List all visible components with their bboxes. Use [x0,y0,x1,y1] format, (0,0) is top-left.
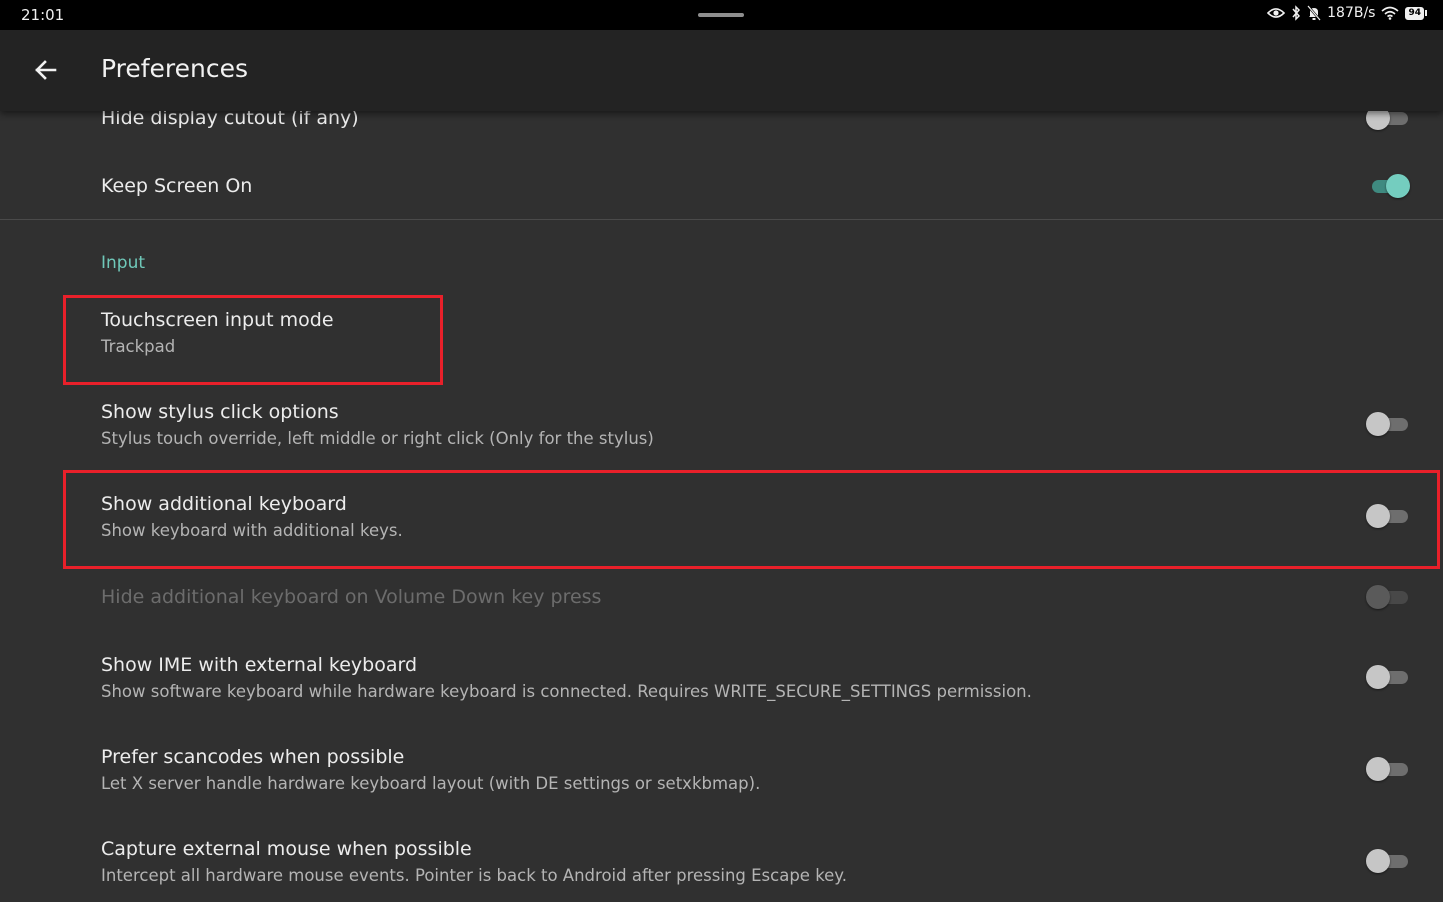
pref-keep-screen-on[interactable]: Keep Screen On [0,153,1443,219]
pref-summary: Stylus touch override, left middle or ri… [101,429,654,448]
stylus-click-toggle[interactable] [1366,412,1410,436]
pref-summary: Intercept all hardware mouse events. Poi… [101,866,847,885]
pref-title: Touchscreen input mode [101,309,334,331]
keep-screen-on-toggle[interactable] [1366,174,1410,198]
hide-cutout-toggle[interactable] [1366,111,1410,130]
capture-mouse-toggle[interactable] [1366,849,1410,873]
pref-title: Show additional keyboard [101,493,347,515]
hide-keyboard-volume-toggle [1366,585,1410,609]
arrow-left-icon [35,60,57,80]
drag-handle[interactable] [698,13,744,17]
battery-icon: 94 [1405,6,1427,20]
pref-title: Hide additional keyboard on Volume Down … [101,586,602,608]
pref-prefer-scancodes[interactable]: Prefer scancodes when possible Let X ser… [0,733,1443,825]
preferences-list[interactable]: Hide display cutout (if any) Keep Screen… [0,111,1443,902]
pref-capture-external-mouse[interactable]: Capture external mouse when possible Int… [0,825,1443,902]
pref-title: Hide display cutout (if any) [101,111,359,129]
pref-summary: Let X server handle hardware keyboard la… [101,774,761,793]
pref-title: Show stylus click options [101,401,339,423]
pref-show-ime-external-keyboard[interactable]: Show IME with external keyboard Show sof… [0,641,1443,733]
bluetooth-icon [1291,5,1301,21]
pref-show-additional-keyboard[interactable]: Show additional keyboard Show keyboard w… [0,479,1443,571]
pref-summary: Show keyboard with additional keys. [101,521,403,540]
pref-summary: Show software keyboard while hardware ke… [101,682,1032,701]
pref-title: Show IME with external keyboard [101,654,418,676]
status-icons: 187B/s 94 [1267,5,1427,21]
pref-show-stylus-click-options[interactable]: Show stylus click options Stylus touch o… [0,387,1443,479]
scancodes-toggle[interactable] [1366,757,1410,781]
pref-title: Capture external mouse when possible [101,838,472,860]
pref-summary: Trackpad [101,337,176,356]
back-button[interactable] [28,52,64,88]
pref-touchscreen-input-mode[interactable]: Touchscreen input mode Trackpad [0,295,1443,387]
section-header-input: Input [101,253,146,273]
eye-icon [1267,6,1286,20]
page-title: Preferences [101,54,249,83]
pref-title: Prefer scancodes when possible [101,746,405,768]
status-time: 21:01 [21,6,65,24]
status-bar: 21:01 187B/s 94 [0,0,1443,30]
pref-hide-keyboard-volume-down: Hide additional keyboard on Volume Down … [0,571,1443,641]
section-divider [0,219,1443,220]
additional-keyboard-toggle[interactable] [1366,504,1410,528]
notifications-off-icon [1307,5,1322,21]
network-speed: 187B/s [1327,5,1376,21]
pref-hide-display-cutout[interactable]: Hide display cutout (if any) [0,111,1443,147]
battery-level: 94 [1405,6,1424,20]
wifi-icon [1381,6,1399,20]
pref-title: Keep Screen On [101,175,253,197]
ime-external-toggle[interactable] [1366,665,1410,689]
app-bar: Preferences [0,30,1443,111]
